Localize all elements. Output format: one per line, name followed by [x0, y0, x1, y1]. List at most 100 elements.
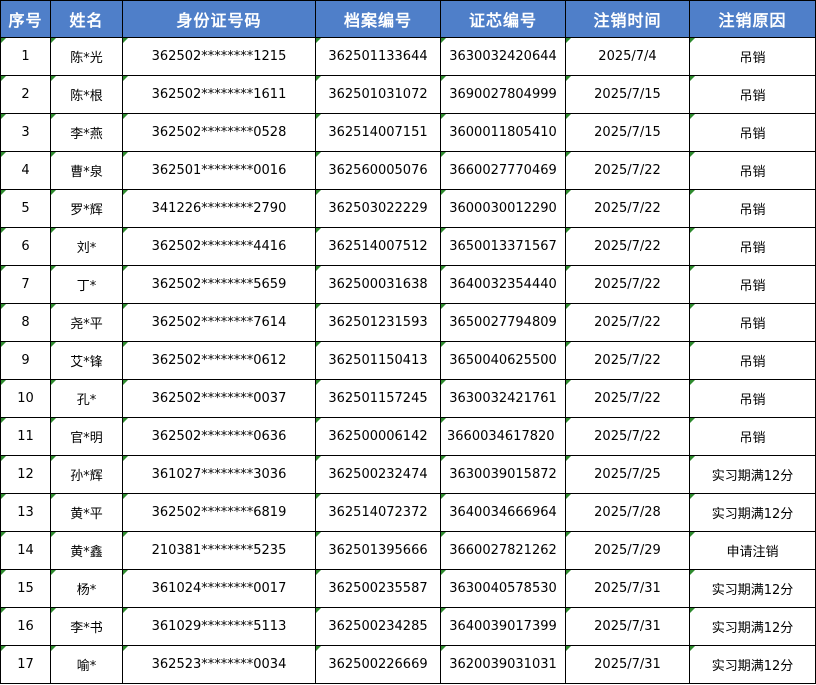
cell-no: 11 [0, 417, 51, 456]
table-row: 2 陈*根 362502********1611 362501031072 369002… [0, 75, 816, 114]
cell-file-no-text: 362514007512 [328, 239, 428, 254]
header-cell-reason: 注销原因 [689, 0, 816, 38]
cell-chip-no-text: 3640032354440 [449, 277, 557, 292]
cell-marker-icon [123, 304, 128, 309]
cell-marker-icon [566, 228, 571, 233]
cell-reason-text: 吊销 [739, 203, 766, 218]
cell-marker-icon [566, 494, 571, 499]
cell-marker-icon [51, 646, 56, 651]
cell-date: 2025/7/22 [565, 379, 690, 418]
cell-no-text: 5 [21, 201, 30, 216]
cell-reason-text: 吊销 [739, 89, 766, 104]
cell-marker-icon [316, 494, 321, 499]
cell-marker-icon [316, 228, 321, 233]
cell-reason-text: 实习期满12分 [711, 659, 794, 674]
cell-marker-icon [690, 114, 695, 119]
cell-id: 210381********5235 [122, 531, 316, 570]
cell-chip-no: 3660027770469 [440, 151, 566, 190]
cell-marker-icon [1, 266, 6, 271]
cell-file-no: 362500235587 [315, 569, 441, 608]
cell-marker-icon [51, 494, 56, 499]
cell-reason-text: 实习期满12分 [711, 469, 794, 484]
cell-marker-icon [1, 342, 6, 347]
cell-marker-icon [1, 570, 6, 575]
cell-no: 5 [0, 189, 51, 228]
table-row: 4 曹*泉 362501********0016 362560005076 366002… [0, 151, 816, 190]
cell-file-no-text: 362501395666 [328, 543, 428, 558]
header-cell-file: 档案编号 [315, 0, 441, 38]
cell-chip-no-text: 3620039031031 [449, 657, 557, 672]
cell-chip-no-text: 3640034666964 [449, 505, 557, 520]
cell-file-no-text: 362501150413 [328, 353, 428, 368]
cell-no-text: 6 [21, 239, 30, 254]
cell-chip-no: 3640032354440 [440, 265, 566, 304]
cell-marker-icon [566, 342, 571, 347]
cell-reason-text: 实习期满12分 [711, 507, 794, 522]
cell-no: 8 [0, 303, 51, 342]
cell-date: 2025/7/29 [565, 531, 690, 570]
cell-name-text: 官*明 [70, 431, 103, 446]
cell-file-no: 362501395666 [315, 531, 441, 570]
cell-file-no: 362503022229 [315, 189, 441, 228]
cell-marker-icon [690, 152, 695, 157]
cell-name-text: 李*燕 [70, 127, 103, 142]
cell-date: 2025/7/4 [565, 37, 690, 76]
cell-no: 16 [0, 607, 51, 646]
cell-chip-no: 3630032420644 [440, 37, 566, 76]
cell-marker-icon [441, 152, 446, 157]
cell-reason-text: 吊销 [739, 51, 766, 66]
cell-name: 李*书 [50, 607, 123, 646]
cell-reason: 实习期满12分 [689, 455, 816, 494]
cell-chip-no-text: 3600011805410 [449, 125, 557, 140]
cell-id: 362502********7614 [122, 303, 316, 342]
cell-file-no: 362501157245 [315, 379, 441, 418]
cell-reason: 实习期满12分 [689, 493, 816, 532]
cell-name-text: 罗*辉 [70, 203, 103, 218]
cell-id-text: 362502********7614 [151, 315, 287, 330]
cell-marker-icon [566, 152, 571, 157]
cell-marker-icon [316, 608, 321, 613]
cell-chip-no-text: 3660034617820 [447, 429, 555, 444]
cell-id-text: 361029********5113 [151, 619, 287, 634]
cell-name: 黄*鑫 [50, 531, 123, 570]
table-row: 6 刘* 362502********4416 362514007512 3650013… [0, 227, 816, 266]
cell-file-no: 362500232474 [315, 455, 441, 494]
cell-marker-icon [1, 608, 6, 613]
cell-marker-icon [1, 152, 6, 157]
cell-marker-icon [123, 380, 128, 385]
cell-chip-no-text: 3630032420644 [449, 49, 557, 64]
cell-date: 2025/7/31 [565, 607, 690, 646]
cell-marker-icon [690, 76, 695, 81]
cell-reason: 吊销 [689, 151, 816, 190]
cell-name: 官*明 [50, 417, 123, 456]
cell-date-text: 2025/7/22 [594, 391, 661, 406]
cell-name-text: 陈*光 [70, 51, 103, 66]
cell-chip-no: 3650040625500 [440, 341, 566, 380]
cell-date-text: 2025/7/31 [594, 581, 661, 596]
cell-reason: 申请注销 [689, 531, 816, 570]
cell-id: 362502********5659 [122, 265, 316, 304]
cell-no: 17 [0, 645, 51, 684]
cell-marker-icon [123, 228, 128, 233]
cell-marker-icon [51, 114, 56, 119]
table-row: 9 艾*锋 362502********0612 362501150413 365004… [0, 341, 816, 380]
cell-chip-no-text: 3660027770469 [449, 163, 557, 178]
cell-marker-icon [1, 114, 6, 119]
cell-file-no-text: 362500226669 [328, 657, 428, 672]
cell-marker-icon [566, 266, 571, 271]
cell-name: 罗*辉 [50, 189, 123, 228]
cell-marker-icon [441, 418, 446, 423]
cell-id-text: 362502********1611 [151, 87, 287, 102]
table-row: 14 黄*鑫 210381********5235 362501395666 36600… [0, 531, 816, 570]
cell-id: 362502********1611 [122, 75, 316, 114]
cell-file-no-text: 362500235587 [328, 581, 428, 596]
cell-file-no: 362500031638 [315, 265, 441, 304]
cell-id-text: 362502********5659 [151, 277, 287, 292]
cell-id: 362501********0016 [122, 151, 316, 190]
cell-name: 孙*辉 [50, 455, 123, 494]
cell-file-no-text: 362500232474 [328, 467, 428, 482]
cell-no-text: 7 [21, 277, 30, 292]
header-cell-id: 身份证号码 [122, 0, 316, 38]
cell-name-text: 曹*泉 [70, 165, 103, 180]
cell-file-no-text: 362514007151 [328, 125, 428, 140]
